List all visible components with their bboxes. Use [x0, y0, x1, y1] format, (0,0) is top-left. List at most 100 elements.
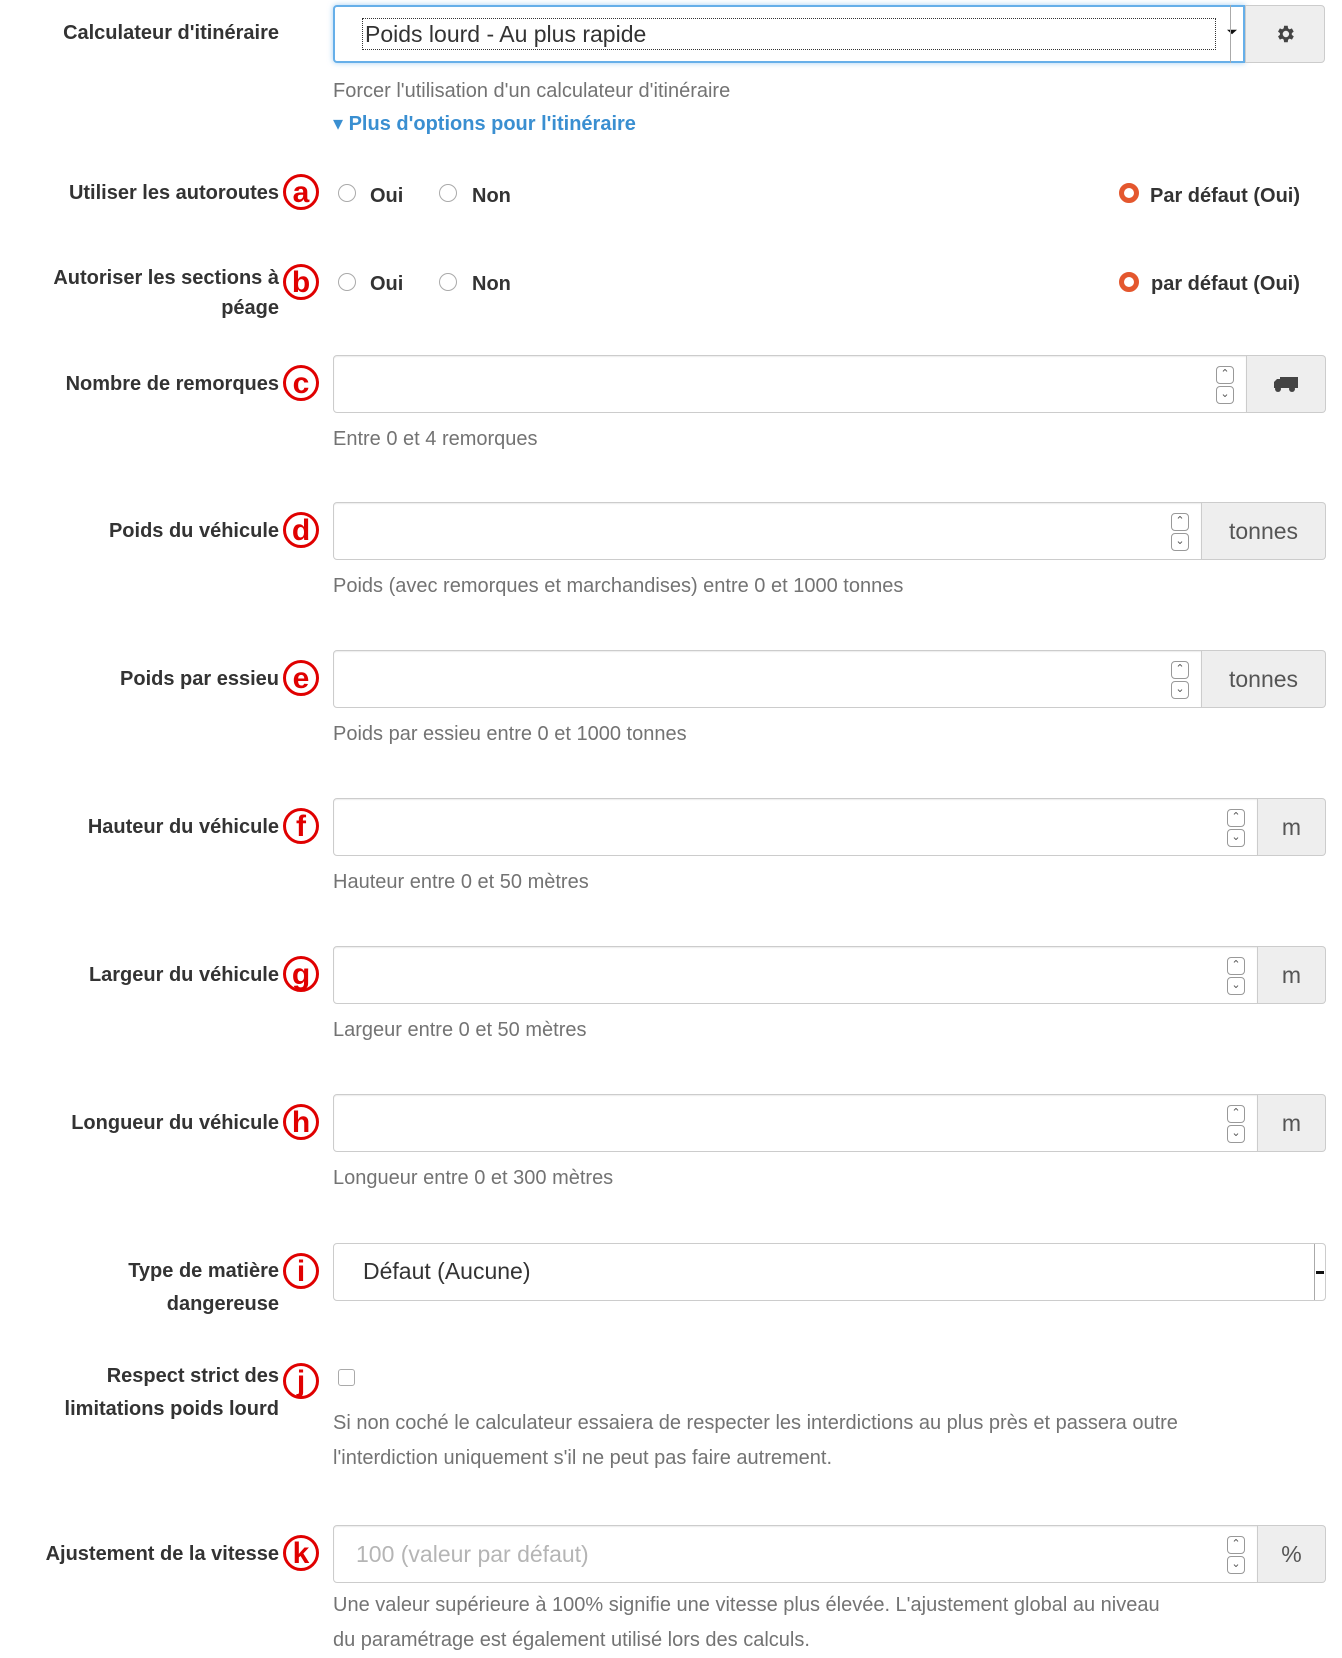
- width-unit: m: [1258, 946, 1326, 1004]
- chevron-down-icon[interactable]: ⌄: [1171, 533, 1189, 551]
- width-input[interactable]: ⌃ ⌄: [333, 946, 1258, 1004]
- height-unit: m: [1258, 798, 1326, 856]
- width-help: Largeur entre 0 et 50 mètres: [333, 1019, 587, 1041]
- hazmat-select[interactable]: Défaut (Aucune): [333, 1243, 1326, 1301]
- length-unit: m: [1258, 1094, 1326, 1152]
- highways-yes-label: Oui: [370, 185, 404, 207]
- height-help: Hauteur entre 0 et 50 mètres: [333, 871, 589, 893]
- height-field: ⌃ ⌄ m: [333, 798, 1326, 856]
- highways-no-radio[interactable]: [439, 184, 457, 202]
- length-input[interactable]: ⌃ ⌄: [333, 1094, 1258, 1152]
- width-spinner[interactable]: ⌃ ⌄: [1227, 957, 1245, 995]
- height-spinner[interactable]: ⌃ ⌄: [1227, 809, 1245, 847]
- chevron-down-icon[interactable]: ⌄: [1171, 681, 1189, 699]
- chevron-down-icon[interactable]: ⌄: [1227, 1125, 1245, 1143]
- tolls-yes-label: Oui: [370, 273, 404, 295]
- speed-help: Une valeur supérieure à 100% signifie un…: [333, 1588, 1160, 1658]
- speed-spinner[interactable]: ⌃ ⌄: [1227, 1536, 1245, 1574]
- strict-label-line2: limitations poids lourd: [64, 1398, 279, 1420]
- tolls-no-radio[interactable]: [439, 273, 457, 291]
- chevron-down-icon: [1316, 1271, 1324, 1274]
- chevron-up-icon[interactable]: ⌃: [1227, 809, 1245, 827]
- highways-yes-radio[interactable]: [338, 184, 356, 202]
- chevron-down-icon[interactable]: ⌄: [1227, 829, 1245, 847]
- strict-label-line1: Respect strict des: [106, 1365, 279, 1387]
- strict-help-line2: l'interdiction uniquement s'il ne peut p…: [333, 1447, 833, 1469]
- more-options-link[interactable]: ▾ Plus d'options pour l'itinéraire: [333, 109, 636, 139]
- speed-input[interactable]: 100 (valeur par défaut) ⌃ ⌄: [333, 1525, 1258, 1583]
- height-input[interactable]: ⌃ ⌄: [333, 798, 1258, 856]
- router-help: Forcer l'utilisation d'un calculateur d'…: [333, 80, 731, 102]
- tolls-no-label: Non: [472, 273, 511, 295]
- width-field: ⌃ ⌄ m: [333, 946, 1326, 1004]
- tolls-yes-radio[interactable]: [338, 273, 356, 291]
- chevron-up-icon[interactable]: ⌃: [1171, 661, 1189, 679]
- axle-unit: tonnes: [1202, 650, 1326, 708]
- height-label: Hauteur du véhicule: [87, 816, 279, 838]
- router-settings-button[interactable]: [1245, 5, 1325, 63]
- trailers-help: Entre 0 et 4 remorques: [333, 428, 538, 450]
- axle-input[interactable]: ⌃ ⌄: [333, 650, 1202, 708]
- router-select-value: Poids lourd - Au plus rapide: [362, 18, 1216, 50]
- strict-label: Respect strict des limitations poids lou…: [65, 1360, 279, 1426]
- badge-h: h: [283, 1104, 319, 1140]
- length-spinner[interactable]: ⌃ ⌄: [1227, 1105, 1245, 1143]
- chevron-up-icon[interactable]: ⌃: [1227, 1536, 1245, 1554]
- speed-placeholder: 100 (valeur par défaut): [356, 1541, 589, 1567]
- badge-g: g: [283, 956, 319, 992]
- chevron-down-icon[interactable]: ⌄: [1227, 1556, 1245, 1574]
- highways-no-label: Non: [472, 185, 511, 207]
- axle-field: ⌃ ⌄ tonnes: [333, 650, 1326, 708]
- weight-help: Poids (avec remorques et marchandises) e…: [333, 575, 904, 597]
- strict-help-line1: Si non coché le calculateur essaiera de …: [333, 1412, 1178, 1434]
- badge-d: d: [283, 512, 319, 548]
- badge-e: e: [283, 660, 319, 696]
- trailers-addon: [1247, 355, 1326, 413]
- speed-label: Ajustement de la vitesse: [45, 1543, 279, 1565]
- badge-f: f: [283, 808, 319, 844]
- hazmat-label: Type de matière dangereuse: [128, 1255, 279, 1321]
- highways-default-radio[interactable]: [1119, 183, 1139, 203]
- strict-help: Si non coché le calculateur essaiera de …: [333, 1406, 1178, 1476]
- highways-label: Utiliser les autoroutes: [68, 182, 279, 204]
- chevron-up-icon[interactable]: ⌃: [1227, 1105, 1245, 1123]
- weight-spinner[interactable]: ⌃ ⌄: [1171, 513, 1189, 551]
- tolls-default-radio[interactable]: [1119, 272, 1139, 292]
- router-select[interactable]: Poids lourd - Au plus rapide: [333, 5, 1245, 63]
- trailers-spinner[interactable]: ⌃ ⌄: [1216, 366, 1234, 404]
- highways-default-label: Par défaut (Oui): [1150, 185, 1301, 207]
- badge-c: c: [283, 365, 319, 401]
- axle-spinner[interactable]: ⌃ ⌄: [1171, 661, 1189, 699]
- hazmat-label-line1: Type de matière: [128, 1260, 279, 1282]
- weight-input[interactable]: ⌃ ⌄: [333, 502, 1202, 560]
- hazmat-select-value: Défaut (Aucune): [363, 1258, 531, 1284]
- length-field: ⌃ ⌄ m: [333, 1094, 1326, 1152]
- tolls-label-line2: péage: [221, 297, 279, 319]
- tolls-default-label: par défaut (Oui): [1151, 273, 1300, 295]
- truck-icon: [1274, 377, 1298, 392]
- chevron-down-icon[interactable]: ⌄: [1227, 977, 1245, 995]
- tolls-label-line1: Autoriser les sections à: [53, 267, 279, 289]
- length-help: Longueur entre 0 et 300 mètres: [333, 1167, 614, 1189]
- length-label: Longueur du véhicule: [71, 1112, 279, 1134]
- tolls-label: Autoriser les sections à péage: [53, 263, 279, 323]
- axle-help: Poids par essieu entre 0 et 1000 tonnes: [333, 723, 687, 745]
- trailers-input[interactable]: ⌃ ⌄: [333, 355, 1247, 413]
- speed-unit: %: [1258, 1525, 1326, 1583]
- weight-label: Poids du véhicule: [108, 520, 279, 542]
- badge-k: k: [283, 1535, 319, 1571]
- gear-icon: [1278, 25, 1294, 43]
- badge-a: a: [283, 174, 319, 210]
- badge-b: b: [283, 264, 319, 300]
- weight-unit: tonnes: [1202, 502, 1326, 560]
- chevron-up-icon[interactable]: ⌃: [1171, 513, 1189, 531]
- trailers-field: ⌃ ⌄: [333, 355, 1326, 413]
- chevron-up-icon[interactable]: ⌃: [1216, 366, 1234, 384]
- speed-field: 100 (valeur par défaut) ⌃ ⌄ %: [333, 1525, 1326, 1583]
- hazmat-label-line2: dangereuse: [166, 1293, 279, 1315]
- badge-i: i: [283, 1253, 319, 1289]
- strict-checkbox[interactable]: [338, 1369, 355, 1386]
- weight-field: ⌃ ⌄ tonnes: [333, 502, 1326, 560]
- chevron-down-icon[interactable]: ⌄: [1216, 386, 1234, 404]
- chevron-up-icon[interactable]: ⌃: [1227, 957, 1245, 975]
